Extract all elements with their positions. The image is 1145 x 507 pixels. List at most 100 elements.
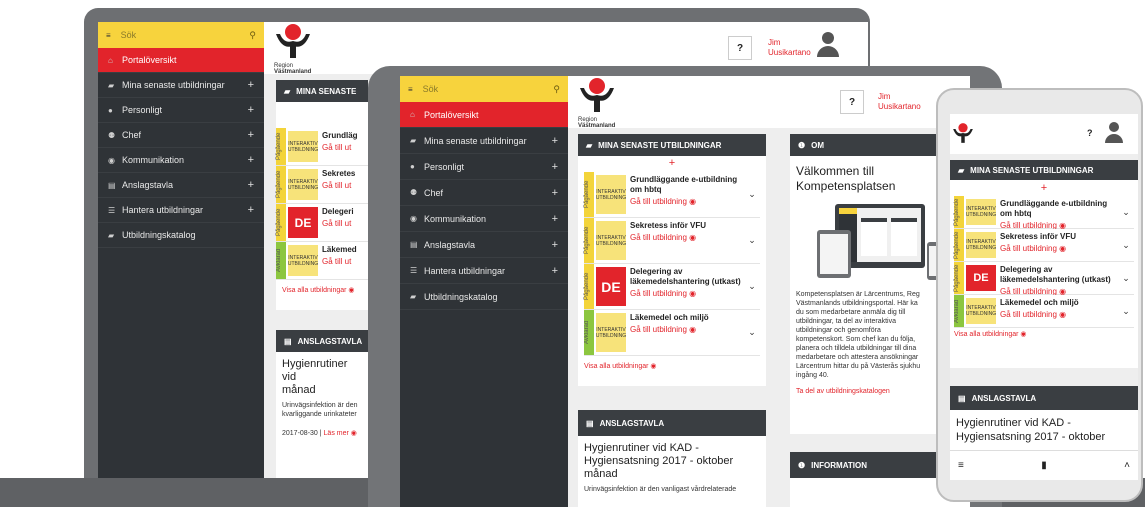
sidebar-item-chef[interactable]: ⚉ Chef + [98,123,264,148]
chevron-down-icon[interactable]: ⌄ [744,310,760,355]
expand-icon[interactable]: + [552,187,558,199]
sidebar-item-chef[interactable]: ⚉ Chef + [400,180,568,206]
expand-icon[interactable]: + [552,213,558,225]
chevron-down-icon[interactable]: ⌄ [744,218,760,263]
course-title[interactable]: Grundläg [322,131,368,141]
search-input[interactable]: Sök [121,30,250,40]
go-to-course-link[interactable]: Gå till utbildning ◉ [1000,310,1118,319]
help-button[interactable]: ? [728,36,752,60]
chevron-down-icon[interactable]: ⌄ [1118,229,1134,261]
course-title[interactable]: Läkemed [322,245,368,255]
avatar-icon[interactable] [1104,122,1124,146]
board-headline[interactable]: Hygienrutiner vid månad [276,352,368,397]
go-to-course-link[interactable]: Gå till utbildning ◉ [630,325,744,334]
sidebar-item-mina-senaste-utbildningar[interactable]: ▰ Mina senaste utbildningar + [400,128,568,154]
search-icon[interactable]: ⚲ [249,30,256,41]
expand-icon[interactable]: + [552,135,558,147]
menu-icon[interactable]: ≡ [106,31,111,40]
search-input[interactable]: Sök [423,84,554,94]
sidebar-item-portalöversikt[interactable]: ⌂ Portalöversikt [98,48,264,73]
course-row[interactable]: Avklarad INTERAKTIV UTBILDNING Läkemed Gå t… [276,242,368,280]
expand-icon[interactable]: + [248,104,254,116]
chevron-up-icon[interactable]: ˄ [1124,460,1130,471]
user-name[interactable]: Jim Uusikartano [878,92,921,112]
menu-icon[interactable]: ≡ [958,460,964,471]
expand-icon[interactable]: + [552,161,558,173]
board-headline[interactable]: Hygienrutiner vid KAD - Hygiensatsning 2… [578,436,766,481]
course-row[interactable]: Pågående INTERAKTIV UTBILDNING Grundläggan… [584,172,760,218]
go-to-course-link[interactable]: Gå till utbildning ◉ [1000,244,1118,253]
course-title[interactable]: Sekretes [322,169,368,179]
course-title[interactable]: Grundläggande e-utbildning om hbtq [1000,199,1118,219]
tablet-search-bar[interactable]: ≡ Sök ⚲ [400,76,568,102]
laptop-search-bar[interactable]: ≡ Sök ⚲ [98,22,264,48]
course-row[interactable]: Avklarad INTERAKTIV UTBILDNING Läkemedel o… [954,295,1134,328]
course-row[interactable]: Pågående INTERAKTIV UTBILDNING Sekretes Gå … [276,166,368,204]
go-to-course-link[interactable]: Gå till utbildning ◉ [630,197,744,206]
expand-icon[interactable]: + [552,265,558,277]
sidebar-item-anslagstavla[interactable]: ▤ Anslagstavla + [98,173,264,198]
course-title[interactable]: Sekretess inför VFU [630,221,744,231]
sidebar-item-personligt[interactable]: ● Personligt + [98,98,264,123]
course-row[interactable]: Pågående DE Delegeri Gå till ut [276,204,368,242]
help-button[interactable]: ? [840,90,864,114]
sidebar-item-hantera-utbildningar[interactable]: ☰ Hantera utbildningar + [98,198,264,223]
add-course-button[interactable]: + [578,156,766,170]
see-all-link[interactable]: Visa alla utbildningar ◉ [282,286,362,294]
avatar-icon[interactable] [816,32,840,60]
sidebar-item-hantera-utbildningar[interactable]: ☰ Hantera utbildningar + [400,258,568,284]
sidebar-item-utbildningskatalog[interactable]: ▰ Utbildningskatalog [400,284,568,310]
sidebar-item-mina-senaste-utbildningar[interactable]: ▰ Mina senaste utbildningar + [98,73,264,98]
chevron-down-icon[interactable]: ⌄ [1118,196,1134,228]
course-title[interactable]: Delegering av läkemedelshantering (utkas… [630,267,744,287]
see-all-link[interactable]: Visa alla utbildningar ◉ [584,362,760,370]
sidebar-item-portalöversikt[interactable]: ⌂ Portalöversikt [400,102,568,128]
course-row[interactable]: Avklarad INTERAKTIV UTBILDNING Läkemedel o… [584,310,760,356]
go-to-course-link[interactable]: Gå till utbildning ◉ [630,233,744,242]
sidebar-item-kommunikation[interactable]: ◉ Kommunikation + [400,206,568,232]
expand-icon[interactable]: + [248,154,254,166]
search-icon[interactable]: ⚲ [553,84,560,95]
go-to-course-link[interactable]: Gå till ut [322,257,368,266]
sidebar-item-utbildningskatalog[interactable]: ▰ Utbildningskatalog [98,223,264,248]
document-icon[interactable]: ▮ [1041,460,1047,471]
add-course-button[interactable]: + [950,180,1138,196]
sidebar-item-anslagstavla[interactable]: ▤ Anslagstavla + [400,232,568,258]
course-row[interactable]: Pågående INTERAKTIV UTBILDNING Sekretess i… [954,229,1134,262]
chevron-down-icon[interactable]: ⌄ [744,264,760,309]
expand-icon[interactable]: + [552,239,558,251]
board-icon: ▤ [108,180,116,190]
expand-icon[interactable]: + [248,179,254,191]
expand-icon[interactable]: + [248,79,254,91]
course-row[interactable]: Pågående DE Delegering av läkemedelshanter… [954,262,1134,296]
user-name[interactable]: Jim Uusikartano [768,38,811,58]
sidebar-item-kommunikation[interactable]: ◉ Kommunikation + [98,148,264,173]
expand-icon[interactable]: + [248,129,254,141]
chevron-down-icon[interactable]: ⌄ [1118,295,1134,327]
chevron-down-icon[interactable]: ⌄ [744,172,760,217]
board-headline[interactable]: Hygienrutiner vid KAD - Hygiensatsning 2… [950,410,1138,444]
see-all-link[interactable]: Visa alla utbildningar ◉ [954,330,1134,338]
course-row[interactable]: Pågående INTERAKTIV UTBILDNING Grundläg Gå … [276,128,368,166]
go-to-course-link[interactable]: Gå till ut [322,219,368,228]
read-more-link[interactable]: Läs mer [324,430,349,437]
course-title[interactable]: Delegeri [322,207,368,217]
course-title[interactable]: Delegering av läkemedelshantering (utkas… [1000,265,1118,285]
chevron-down-icon[interactable]: ⌄ [1118,262,1134,294]
course-title[interactable]: Grundläggande e-utbildning om hbtq [630,175,744,195]
sidebar-item-personligt[interactable]: ● Personligt + [400,154,568,180]
expand-icon[interactable]: + [248,204,254,216]
go-to-course-link[interactable]: Gå till ut [322,143,368,152]
course-row[interactable]: Pågående INTERAKTIV UTBILDNING Sekretess i… [584,218,760,264]
help-icon[interactable]: ? [1087,128,1093,138]
course-row[interactable]: Pågående DE Delegering av läkemedelshanter… [584,264,760,310]
go-to-course-link[interactable]: Gå till utbildning ◉ [630,289,744,298]
course-row[interactable]: Pågående INTERAKTIV UTBILDNING Grundläggan… [954,196,1134,230]
menu-icon[interactable]: ≡ [408,85,413,94]
course-title[interactable]: Läkemedel och miljö [630,313,744,323]
course-thumbnail: INTERAKTIV UTBILDNING [966,199,996,225]
course-title[interactable]: Läkemedel och miljö [1000,298,1118,308]
tablet-screen: ≡ Sök ⚲ ⌂ Portalöversikt ▰ Mina senaste utb… [400,76,970,507]
go-to-course-link[interactable]: Gå till ut [322,181,368,190]
course-title[interactable]: Sekretess inför VFU [1000,232,1118,242]
